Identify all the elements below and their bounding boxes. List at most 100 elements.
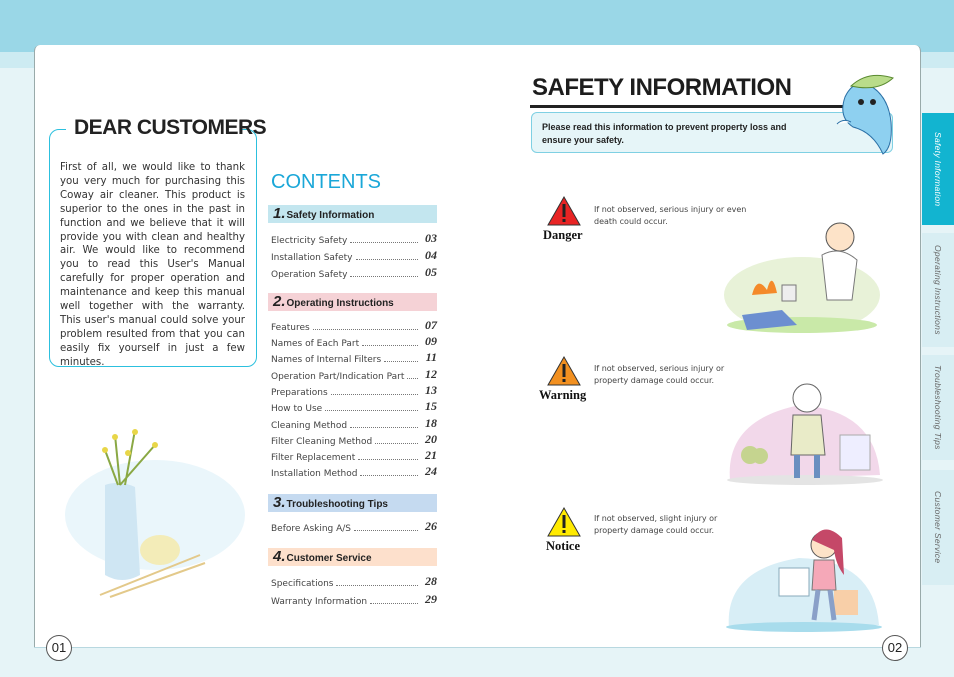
leader-dots	[350, 242, 418, 243]
item-label: Electricity Safety	[271, 236, 348, 246]
item-label: Before Asking A/S	[271, 524, 352, 534]
section-title: Customer Service	[286, 553, 372, 564]
item-label: Installation Method	[271, 469, 358, 479]
tab-label: Troubleshooting Tips	[933, 365, 943, 450]
intro-text: Please read this information to prevent …	[542, 122, 787, 145]
contents-section-customer-service[interactable]: 4.Customer Service	[268, 548, 437, 566]
item-page: 24	[425, 464, 437, 478]
item-page: 21	[425, 448, 437, 462]
tab-safety-information[interactable]: Safety Information	[922, 113, 954, 225]
warning-label: Warning	[539, 388, 587, 402]
section-title: Troubleshooting Tips	[286, 499, 388, 510]
footer-line	[34, 647, 921, 648]
leader-dots	[358, 459, 418, 460]
leader-dots	[362, 345, 418, 346]
item-page: 15	[425, 399, 437, 413]
contents-item[interactable]: Filter Replacement 21	[271, 448, 437, 463]
page-number-left: 01	[46, 635, 72, 661]
item-page: 03	[425, 231, 437, 245]
item-label: Features	[271, 323, 310, 333]
item-page: 28	[425, 574, 437, 588]
leader-dots	[407, 378, 418, 379]
contents-item[interactable]: Operation Part/Indication Part 12	[271, 367, 437, 382]
tab-customer-service[interactable]: Customer Service	[922, 470, 954, 585]
item-page: 09	[425, 334, 437, 348]
leader-dots	[325, 410, 418, 411]
warning-injured-person-illustration	[727, 383, 883, 485]
notice-worried-person-illustration	[726, 529, 882, 632]
section-title: Operating Instructions	[286, 298, 394, 309]
contents-item[interactable]: Operation Safety 05	[271, 265, 437, 280]
item-label: Preparations	[271, 388, 328, 398]
mascot-droplet-illustration	[836, 74, 894, 155]
contents-title: CONTENTS	[271, 171, 381, 193]
item-label: How to Use	[271, 404, 323, 414]
item-page: 04	[425, 248, 437, 262]
contents-item[interactable]: Before Asking A/S 26	[271, 519, 437, 534]
item-label: Names of Internal Filters	[271, 355, 382, 365]
leader-dots	[312, 329, 418, 330]
item-label: Operation Part/Indication Part	[271, 372, 405, 382]
section-number: 3.	[273, 494, 286, 511]
dear-customers-text: First of all, we would like to thank you…	[60, 162, 245, 368]
contents-item[interactable]: Features 07	[271, 318, 437, 333]
vase-flower-illustration	[65, 429, 245, 598]
section-number: 4.	[273, 548, 286, 565]
contents-item[interactable]: Installation Safety 04	[271, 248, 437, 263]
item-label: Filter Replacement	[271, 453, 356, 463]
tab-operating-instructions[interactable]: Operating Instructions	[922, 233, 954, 347]
leader-dots	[330, 394, 418, 395]
item-page: 18	[425, 416, 437, 430]
tab-label: Safety Information	[933, 131, 943, 207]
item-label: Warranty Information	[271, 597, 368, 607]
leader-dots	[375, 443, 418, 444]
item-page: 05	[425, 265, 437, 279]
item-page: 07	[425, 318, 437, 332]
leader-dots	[384, 361, 418, 362]
contents-item[interactable]: How to Use 15	[271, 399, 437, 414]
notice-triangle-icon	[547, 507, 581, 537]
danger-warning-triangle-icon	[547, 196, 581, 226]
section-number: 2.	[273, 293, 286, 310]
contents-item[interactable]: Warranty Information 29	[271, 592, 437, 607]
tab-troubleshooting-tips[interactable]: Troubleshooting Tips	[922, 355, 954, 460]
contents-item[interactable]: Specifications 28	[271, 574, 437, 589]
danger-label: Danger	[543, 228, 583, 242]
section-number: 1.	[273, 205, 286, 222]
item-label: Installation Safety	[271, 253, 353, 263]
item-page: 12	[425, 367, 437, 381]
item-label: Names of Each Part	[271, 339, 360, 349]
danger-fire-illustration	[724, 222, 880, 333]
leader-dots	[354, 530, 418, 531]
safety-title: SAFETY INFORMATION	[532, 74, 792, 101]
contents-section-operating[interactable]: 2.Operating Instructions	[268, 293, 437, 311]
item-page: 11	[425, 350, 437, 364]
contents-item[interactable]: Preparations 13	[271, 383, 437, 398]
tab-label: Customer Service	[933, 491, 943, 564]
leader-dots	[336, 585, 418, 586]
contents-item[interactable]: Cleaning Method 18	[271, 416, 437, 431]
contents-item[interactable]: Electricity Safety 03	[271, 231, 437, 246]
leader-dots	[350, 276, 418, 277]
title-rule	[530, 105, 860, 108]
item-page: 26	[425, 519, 437, 533]
leader-dots	[370, 603, 418, 604]
section-title: Safety Information	[286, 210, 375, 221]
contents-item[interactable]: Names of Internal Filters 11	[271, 350, 437, 365]
contents-section-safety[interactable]: 1.Safety Information	[268, 205, 437, 223]
item-label: Operation Safety	[271, 270, 348, 280]
item-label: Cleaning Method	[271, 421, 348, 431]
contents-item[interactable]: Installation Method 24	[271, 464, 437, 479]
warning-triangle-icon	[547, 356, 581, 386]
item-page: 29	[425, 592, 437, 606]
page-number-right: 02	[882, 635, 908, 661]
leader-dots	[355, 259, 418, 260]
item-page: 13	[425, 383, 437, 397]
contents-item[interactable]: Names of Each Part 09	[271, 334, 437, 349]
dear-customers-title: DEAR CUSTOMERS	[74, 116, 267, 139]
contents-item[interactable]: Filter Cleaning Method 20	[271, 432, 437, 447]
notice-label: Notice	[546, 539, 581, 553]
item-page: 20	[425, 432, 437, 446]
leader-dots	[350, 427, 418, 428]
contents-section-troubleshooting[interactable]: 3.Troubleshooting Tips	[268, 494, 437, 512]
